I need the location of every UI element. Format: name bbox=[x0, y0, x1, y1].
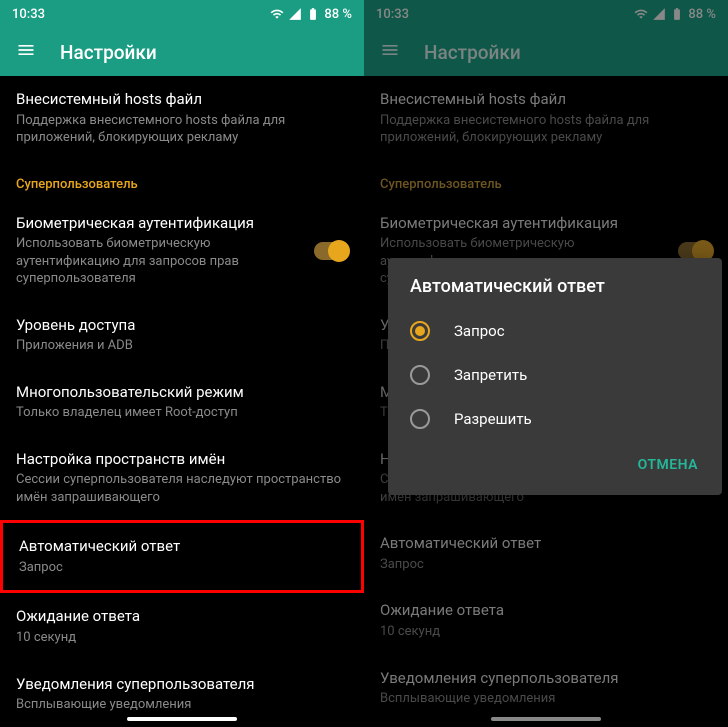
battery-percent: 88 % bbox=[324, 7, 352, 22]
radio-icon bbox=[410, 365, 430, 385]
menu-icon[interactable] bbox=[16, 40, 36, 64]
page-title: Настройки bbox=[60, 41, 157, 64]
setting-title: Настройка пространств имён bbox=[16, 450, 348, 470]
signal-icon bbox=[652, 7, 666, 21]
setting-title: Автоматический ответ bbox=[19, 537, 345, 557]
status-icons: 88 % bbox=[634, 7, 716, 22]
setting-title: Многопользовательский режим bbox=[16, 383, 348, 403]
radio-label: Разрешить bbox=[454, 410, 532, 428]
setting-sub: Всплывающие уведомления bbox=[380, 690, 712, 708]
setting-namespace[interactable]: Настройка пространств имён Сессии суперп… bbox=[0, 436, 364, 521]
setting-sub: Сессии суперпользователя наследуют прост… bbox=[16, 471, 348, 506]
app-bar: Настройки bbox=[0, 28, 364, 76]
screen-left: 10:33 88 % Настройки Внесистемный hosts … bbox=[0, 0, 364, 727]
signal-icon bbox=[288, 7, 302, 21]
cancel-button[interactable]: ОТМЕНА bbox=[630, 449, 706, 481]
status-icons: 88 % bbox=[270, 7, 352, 22]
setting-title: Внесистемный hosts файл bbox=[380, 90, 712, 110]
setting-sub: Только владелец имеет Root-доступ bbox=[16, 404, 348, 422]
radio-icon bbox=[410, 409, 430, 429]
setting-title: Уведомления суперпользователя bbox=[380, 669, 712, 689]
setting-title: Внесистемный hosts файл bbox=[16, 90, 348, 110]
setting-timeout: Ожидание ответа 10 секунд bbox=[364, 587, 728, 654]
setting-sub: Поддержка внесистемного hosts файла для … bbox=[380, 112, 712, 147]
setting-timeout[interactable]: Ожидание ответа 10 секунд bbox=[0, 593, 364, 660]
wifi-icon bbox=[270, 7, 284, 21]
radio-label: Запрос bbox=[454, 322, 505, 340]
setting-sub: Поддержка внесистемного hosts файла для … bbox=[16, 112, 348, 147]
screen-right: 10:33 88 % Настройки Внесистемный hosts … bbox=[364, 0, 728, 727]
radio-option-allow[interactable]: Разрешить bbox=[388, 397, 722, 441]
setting-auto-response: Автоматический ответ Запрос bbox=[364, 520, 728, 587]
setting-sub: Использовать биометрическую аутентификац… bbox=[16, 235, 314, 288]
setting-biometric[interactable]: Биометрическая аутентификация Использова… bbox=[0, 200, 364, 302]
settings-list[interactable]: Внесистемный hosts файл Поддержка внесис… bbox=[0, 76, 364, 727]
biometric-toggle bbox=[678, 242, 712, 260]
section-superuser: Суперпользователь bbox=[364, 161, 728, 200]
radio-icon bbox=[410, 321, 430, 341]
setting-auto-response[interactable]: Автоматический ответ Запрос bbox=[0, 520, 364, 593]
app-bar: Настройки bbox=[364, 28, 728, 76]
radio-option-prompt[interactable]: Запрос bbox=[388, 309, 722, 353]
setting-sub: 10 секунд bbox=[380, 623, 712, 641]
menu-icon bbox=[380, 40, 400, 64]
setting-title: Биометрическая аутентификация bbox=[16, 214, 314, 234]
setting-multiuser[interactable]: Многопользовательский режим Только владе… bbox=[0, 369, 364, 436]
wifi-icon bbox=[634, 7, 648, 21]
setting-sub: Приложения и ADB bbox=[16, 337, 348, 355]
battery-icon bbox=[670, 7, 684, 21]
setting-sub: Запрос bbox=[380, 556, 712, 574]
setting-hosts: Внесистемный hosts файл Поддержка внесис… bbox=[364, 76, 728, 161]
setting-title: Автоматический ответ bbox=[380, 534, 712, 554]
battery-percent: 88 % bbox=[688, 7, 716, 22]
section-superuser: Суперпользователь bbox=[0, 161, 364, 200]
biometric-toggle[interactable] bbox=[314, 242, 348, 260]
status-time: 10:33 bbox=[12, 7, 45, 22]
setting-access[interactable]: Уровень доступа Приложения и ADB bbox=[0, 302, 364, 369]
radio-option-deny[interactable]: Запретить bbox=[388, 353, 722, 397]
status-bar: 10:33 88 % bbox=[364, 0, 728, 28]
setting-sub: Запрос bbox=[19, 559, 345, 577]
setting-title: Ожидание ответа bbox=[16, 607, 348, 627]
setting-hosts[interactable]: Внесистемный hosts файл Поддержка внесис… bbox=[0, 76, 364, 161]
setting-notifications: Уведомления суперпользователя Всплывающи… bbox=[364, 655, 728, 722]
battery-icon bbox=[306, 7, 320, 21]
setting-title: Уровень доступа bbox=[16, 316, 348, 336]
status-time: 10:33 bbox=[376, 7, 409, 22]
setting-title: Биометрическая аутентификация bbox=[380, 214, 678, 234]
nav-bar[interactable] bbox=[491, 717, 601, 721]
auto-response-dialog: Автоматический ответ Запрос Запретить Ра… bbox=[388, 258, 722, 495]
radio-label: Запретить bbox=[454, 366, 527, 384]
setting-title: Ожидание ответа bbox=[380, 601, 712, 621]
setting-sub: Всплывающие уведомления bbox=[16, 696, 348, 714]
nav-bar[interactable] bbox=[127, 717, 237, 721]
status-bar: 10:33 88 % bbox=[0, 0, 364, 28]
setting-title: Уведомления суперпользователя bbox=[16, 675, 348, 695]
page-title: Настройки bbox=[424, 41, 521, 64]
dialog-title: Автоматический ответ bbox=[388, 258, 722, 309]
setting-sub: 10 секунд bbox=[16, 629, 348, 647]
